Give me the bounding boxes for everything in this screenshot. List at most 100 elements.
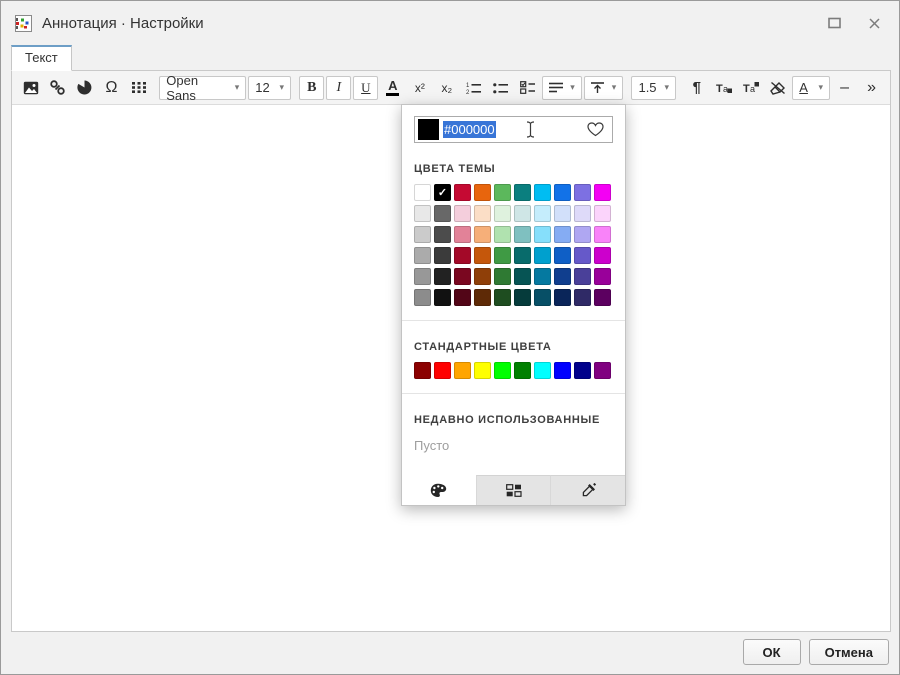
color-swatch[interactable] [454,268,471,285]
color-swatch[interactable] [574,226,591,243]
font-size-select[interactable]: 12 ▾ [248,76,291,100]
special-character-button[interactable]: Ω [99,75,124,100]
color-swatch[interactable] [494,226,511,243]
color-swatch[interactable] [514,205,531,222]
color-swatch[interactable] [494,268,511,285]
color-swatch[interactable] [494,362,511,379]
unordered-list-button[interactable] [488,75,513,100]
color-swatch[interactable] [554,289,571,306]
color-swatch[interactable] [494,247,511,264]
text-transform-button-2[interactable]: T a [738,75,763,100]
color-swatch[interactable] [474,362,491,379]
color-swatch[interactable] [534,362,551,379]
italic-button[interactable]: I [326,76,351,100]
color-swatch[interactable] [554,247,571,264]
color-swatch[interactable] [454,289,471,306]
hex-input[interactable]: #000000 [414,116,613,143]
color-swatch[interactable] [594,362,611,379]
tab-text[interactable]: Текст [11,45,72,71]
cancel-button[interactable]: Отмена [809,639,889,665]
color-swatch[interactable] [534,184,551,201]
color-swatch[interactable] [414,184,431,201]
ordered-list-button[interactable]: 12 [461,75,486,100]
color-swatch[interactable] [494,289,511,306]
color-swatch[interactable] [554,226,571,243]
color-swatch[interactable] [434,362,451,379]
color-swatch[interactable] [454,205,471,222]
color-swatch[interactable] [574,205,591,222]
color-swatch[interactable] [434,289,451,306]
vertical-align-select[interactable]: ▾ [584,76,623,100]
color-swatch[interactable] [434,247,451,264]
color-swatch[interactable] [474,184,491,201]
color-swatch[interactable] [514,289,531,306]
more-tools-button[interactable]: » [859,75,884,100]
color-swatch[interactable] [414,289,431,306]
color-swatch[interactable] [534,226,551,243]
bold-button[interactable]: B [299,76,324,100]
color-swatch[interactable] [514,247,531,264]
superscript-button[interactable]: x² [407,75,432,100]
color-swatch[interactable] [454,184,471,201]
color-swatch[interactable] [554,184,571,201]
color-swatch[interactable] [414,226,431,243]
color-swatch[interactable] [454,247,471,264]
color-swatch[interactable] [474,289,491,306]
tab-eyedropper[interactable] [550,475,625,505]
color-swatch[interactable]: ✓ [434,184,451,201]
color-swatch[interactable] [574,268,591,285]
insert-table-button[interactable] [126,75,151,100]
color-swatch[interactable] [514,226,531,243]
color-swatch[interactable] [454,362,471,379]
color-swatch[interactable] [514,362,531,379]
tab-swatches[interactable] [476,475,551,505]
color-swatch[interactable] [554,362,571,379]
ok-button[interactable]: ОК [743,639,801,665]
color-swatch[interactable] [594,205,611,222]
color-swatch[interactable] [594,268,611,285]
color-swatch[interactable] [474,205,491,222]
color-swatch[interactable] [474,226,491,243]
align-select[interactable]: ▾ [542,76,581,100]
insert-link-button[interactable] [45,75,70,100]
tab-palette[interactable] [402,475,476,505]
color-swatch[interactable] [434,205,451,222]
color-swatch[interactable] [454,226,471,243]
font-color-button[interactable]: A [380,75,405,100]
color-swatch[interactable] [434,268,451,285]
color-swatch[interactable] [414,205,431,222]
text-transform-button-1[interactable]: T a [711,75,736,100]
color-swatch[interactable] [554,205,571,222]
close-button[interactable] [865,14,883,32]
color-swatch[interactable] [534,247,551,264]
color-swatch[interactable] [554,268,571,285]
color-swatch[interactable] [534,268,551,285]
color-swatch[interactable] [414,247,431,264]
color-swatch[interactable] [414,268,431,285]
underline-button[interactable]: U [353,76,378,100]
color-swatch[interactable] [434,226,451,243]
text-color-select[interactable]: A ▾ [792,76,830,100]
insert-image-button[interactable] [18,75,43,100]
color-swatch[interactable] [594,226,611,243]
line-height-select[interactable]: 1.5 ▾ [631,76,676,100]
color-swatch[interactable] [414,362,431,379]
color-swatch[interactable] [574,184,591,201]
color-swatch[interactable] [534,205,551,222]
clear-formatting-button[interactable] [765,75,790,100]
maximize-button[interactable] [825,14,843,32]
color-swatch[interactable] [574,247,591,264]
color-swatch[interactable] [514,184,531,201]
paragraph-marks-button[interactable]: ¶ [684,75,709,100]
color-swatch[interactable] [574,289,591,306]
color-swatch[interactable] [574,362,591,379]
color-swatch[interactable] [494,205,511,222]
color-swatch[interactable] [474,268,491,285]
color-swatch[interactable] [594,289,611,306]
checklist-button[interactable] [515,75,540,100]
color-swatch[interactable] [514,268,531,285]
color-swatch[interactable] [594,184,611,201]
color-swatch[interactable] [594,247,611,264]
collapse-toolbar-button[interactable]: – [832,75,857,100]
subscript-button[interactable]: x₂ [434,75,459,100]
